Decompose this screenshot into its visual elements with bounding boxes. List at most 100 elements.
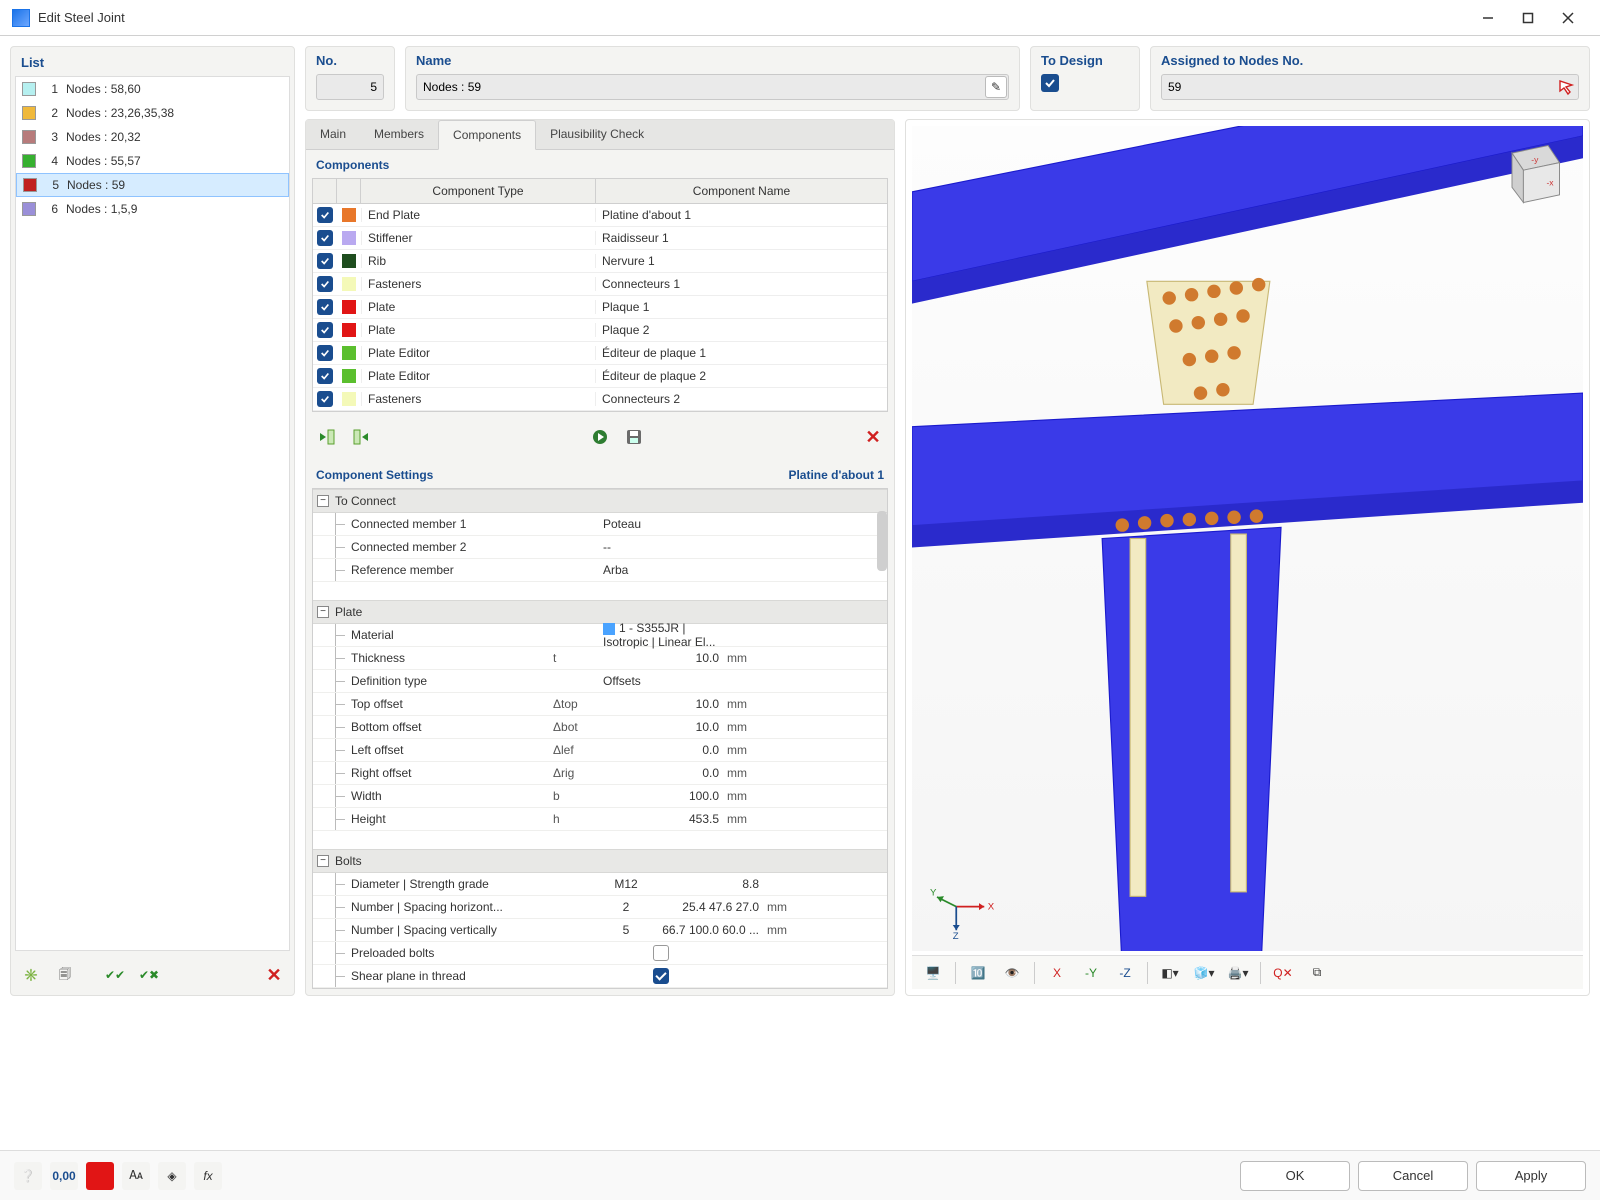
list-item[interactable]: 2 Nodes : 23,26,35,38 [16, 101, 289, 125]
components-toolbar: ✕ [306, 414, 894, 460]
setting-row[interactable]: Definition typeOffsets [313, 670, 887, 693]
table-row[interactable]: Plate Plaque 1 [313, 296, 887, 319]
tab-plausibility-check[interactable]: Plausibility Check [536, 120, 658, 149]
row-checkbox[interactable] [317, 391, 333, 407]
setting-row[interactable]: Widthb100.0mm [313, 785, 887, 808]
list-heading: List [11, 47, 294, 74]
row-checkbox[interactable] [317, 368, 333, 384]
tab-components[interactable]: Components [438, 120, 536, 150]
new-item-icon[interactable]: ✳️ [17, 961, 45, 989]
group-header[interactable]: −To Connect [313, 489, 887, 513]
view-cube-icon[interactable]: 🧊▾ [1189, 960, 1219, 986]
setting-row[interactable]: Bottom offsetΔbot10.0mm [313, 716, 887, 739]
window-maximize[interactable] [1508, 4, 1548, 32]
fx-icon[interactable]: fx [194, 1162, 222, 1190]
tab-main[interactable]: Main [306, 120, 360, 149]
collapse-icon[interactable]: − [317, 855, 329, 867]
no-input[interactable] [316, 74, 384, 100]
row-checkbox[interactable] [317, 299, 333, 315]
view-iso-icon[interactable]: ◧▾ [1155, 960, 1185, 986]
edit-name-icon[interactable]: ✎ [985, 76, 1007, 98]
table-row[interactable]: Fasteners Connecteurs 1 [313, 273, 887, 296]
tab-members[interactable]: Members [360, 120, 438, 149]
nav-cube-icon[interactable]: -y -x [1493, 136, 1569, 212]
list-item[interactable]: 3 Nodes : 20,32 [16, 125, 289, 149]
delete-item-icon[interactable]: ✕ [260, 961, 288, 989]
assigned-input[interactable] [1161, 74, 1579, 100]
list-item[interactable]: 1 Nodes : 58,60 [16, 77, 289, 101]
to-design-checkbox[interactable] [1041, 74, 1059, 92]
print-icon[interactable]: 🖨️▾ [1223, 960, 1253, 986]
apply-button[interactable]: Apply [1476, 1161, 1586, 1191]
3d-viewport[interactable]: -y -x X Y Z [905, 119, 1590, 996]
app-icon [12, 9, 30, 27]
row-checkbox[interactable] [317, 345, 333, 361]
check-all-icon[interactable]: ✔✔ [101, 961, 129, 989]
group-header[interactable]: −Bolts [313, 849, 887, 873]
setting-row[interactable]: Right offsetΔrig0.0mm [313, 762, 887, 785]
layers-icon[interactable]: ◈ [158, 1162, 186, 1190]
row-checkbox[interactable] [317, 207, 333, 223]
setting-row[interactable]: Connected member 2-- [313, 536, 887, 559]
detach-view-icon[interactable]: ⧉ [1302, 960, 1332, 986]
table-row[interactable]: End Plate Platine d'about 1 [313, 204, 887, 227]
insert-right-icon[interactable] [346, 422, 376, 452]
axis-x-icon[interactable]: X [1042, 960, 1072, 986]
units-icon[interactable]: 0,00 [50, 1162, 78, 1190]
settings-scrollbar[interactable] [877, 511, 887, 571]
table-row[interactable]: Fasteners Connecteurs 2 [313, 388, 887, 411]
name-field: Name ✎ [405, 46, 1020, 111]
save-config-icon[interactable] [619, 422, 649, 452]
table-row[interactable]: Rib Nervure 1 [313, 250, 887, 273]
table-row[interactable]: Plate Editor Éditeur de plaque 1 [313, 342, 887, 365]
insert-left-icon[interactable] [312, 422, 342, 452]
list-item[interactable]: 6 Nodes : 1,5,9 [16, 197, 289, 221]
setting-row[interactable]: Connected member 1Poteau [313, 513, 887, 536]
copy-item-icon[interactable]: 🗐 [51, 961, 79, 989]
setting-checkbox[interactable] [653, 968, 669, 984]
help-icon[interactable]: ❔ [14, 1162, 42, 1190]
setting-row[interactable]: Number | Spacing vertically566.7 100.0 6… [313, 919, 887, 942]
setting-row[interactable]: Material1 - S355JR | Isotropic | Linear … [313, 624, 887, 647]
color-icon[interactable] [86, 1162, 114, 1190]
axis-y-icon[interactable]: -Y [1076, 960, 1106, 986]
list-item-label: Nodes : 58,60 [66, 82, 141, 96]
setting-checkbox[interactable] [653, 945, 669, 961]
window-close[interactable] [1548, 4, 1588, 32]
table-row[interactable]: Plate Plaque 2 [313, 319, 887, 342]
setting-row[interactable]: Shear plane in thread [313, 965, 887, 988]
row-checkbox[interactable] [317, 322, 333, 338]
pick-nodes-icon[interactable] [1555, 76, 1577, 98]
library-icon[interactable] [585, 422, 615, 452]
axis-z-icon[interactable]: -Z [1110, 960, 1140, 986]
view-reset-icon[interactable]: 🖥️ [918, 960, 948, 986]
view-scale-icon[interactable]: 🔟 [963, 960, 993, 986]
setting-row[interactable]: Left offsetΔlef0.0mm [313, 739, 887, 762]
list-item[interactable]: 5 Nodes : 59 [16, 173, 289, 197]
setting-row[interactable]: Top offsetΔtop10.0mm [313, 693, 887, 716]
collapse-icon[interactable]: − [317, 606, 329, 618]
list-item[interactable]: 4 Nodes : 55,57 [16, 149, 289, 173]
font-icon[interactable]: 🗛 [122, 1162, 150, 1190]
group-header[interactable]: −Plate [313, 600, 887, 624]
window-minimize[interactable] [1468, 4, 1508, 32]
clear-view-icon[interactable]: Q✕ [1268, 960, 1298, 986]
row-checkbox[interactable] [317, 276, 333, 292]
setting-row[interactable]: Preloaded bolts [313, 942, 887, 965]
collapse-icon[interactable]: − [317, 495, 329, 507]
table-row[interactable]: Stiffener Raidisseur 1 [313, 227, 887, 250]
uncheck-all-icon[interactable]: ✔✖ [135, 961, 163, 989]
name-input[interactable] [416, 74, 1009, 100]
cancel-button[interactable]: Cancel [1358, 1161, 1468, 1191]
setting-row[interactable]: Number | Spacing horizont...225.4 47.6 2… [313, 896, 887, 919]
row-checkbox[interactable] [317, 253, 333, 269]
delete-component-icon[interactable]: ✕ [858, 422, 888, 452]
view-show-icon[interactable]: 👁️ [997, 960, 1027, 986]
setting-row[interactable]: Reference memberArba [313, 559, 887, 582]
setting-row[interactable]: Thicknesst10.0mm [313, 647, 887, 670]
row-checkbox[interactable] [317, 230, 333, 246]
table-row[interactable]: Plate Editor Éditeur de plaque 2 [313, 365, 887, 388]
setting-row[interactable]: Diameter | Strength gradeM128.8 [313, 873, 887, 896]
ok-button[interactable]: OK [1240, 1161, 1350, 1191]
setting-row[interactable]: Heighth453.5mm [313, 808, 887, 831]
